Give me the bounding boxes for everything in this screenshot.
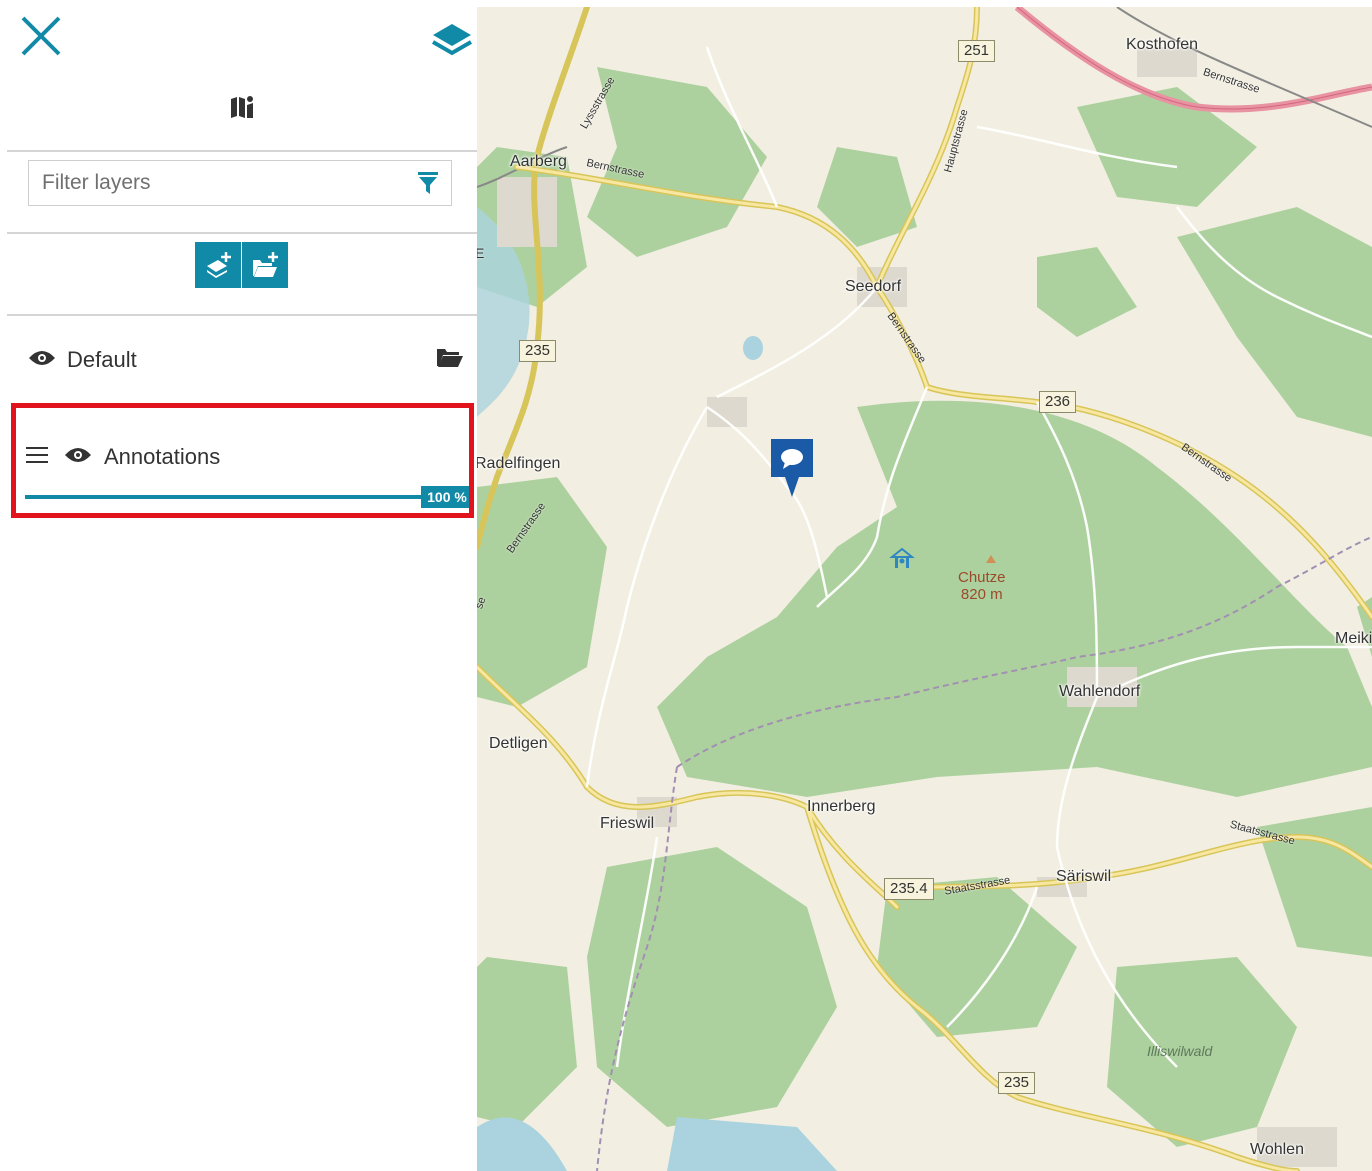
place-label: Wahlendorf (1059, 683, 1141, 700)
place-label: Seedorf (845, 278, 902, 295)
forest-label: Illiswilwald (1147, 1043, 1213, 1059)
filter-icon[interactable] (418, 172, 438, 194)
add-folder-button[interactable] (242, 242, 288, 288)
layers-stack-icon[interactable] (431, 22, 473, 60)
highlight-annotations-layer (11, 403, 474, 518)
add-layer-button[interactable] (195, 242, 241, 288)
add-layer-icon (207, 252, 231, 278)
place-label: Säriswil (1056, 868, 1112, 885)
peak-label: Chutze 820 m (958, 569, 1006, 603)
divider (7, 150, 477, 152)
place-label: Radelfingen (477, 455, 561, 472)
place-label: Innerberg (807, 798, 876, 815)
place-label: Frieswil (600, 815, 655, 832)
place-label: Meikirc (1335, 630, 1372, 647)
road-shield: 235 (519, 340, 557, 362)
place-label: Detligen (489, 735, 548, 752)
divider (7, 232, 477, 234)
layer-group-default[interactable]: Default (7, 330, 477, 390)
place-label: Aarberg (510, 153, 567, 170)
peak-elevation: 820 m (960, 586, 1003, 603)
road-shield: 235.4 (884, 878, 934, 900)
place-label: Kosthofen (1126, 36, 1199, 53)
map-view[interactable]: Kosthofen Aarberg Seedorf Radelfingen De… (477, 7, 1372, 1171)
add-folder-icon (253, 252, 278, 277)
road-shield: 251 (958, 40, 996, 62)
place-label: Wohlen (1250, 1141, 1304, 1158)
peak-name: Chutze (958, 569, 1006, 586)
street-label: E (477, 245, 485, 261)
road-shield: 236 (1039, 391, 1077, 413)
eye-icon[interactable] (28, 349, 56, 367)
layer-panel: Default Annotations 100 % (7, 0, 477, 1171)
layer-name: Default (67, 347, 137, 372)
road-shield: 235 (998, 1072, 1036, 1094)
close-icon[interactable] (19, 14, 63, 58)
divider (7, 314, 477, 316)
annotation-marker-icon[interactable] (769, 437, 815, 503)
folder-open-icon[interactable] (436, 347, 464, 367)
map-info-icon[interactable] (230, 96, 256, 118)
filter-layers-input[interactable] (29, 161, 422, 205)
filter-layers-field (28, 160, 452, 206)
map-tiles (477, 7, 1372, 1171)
